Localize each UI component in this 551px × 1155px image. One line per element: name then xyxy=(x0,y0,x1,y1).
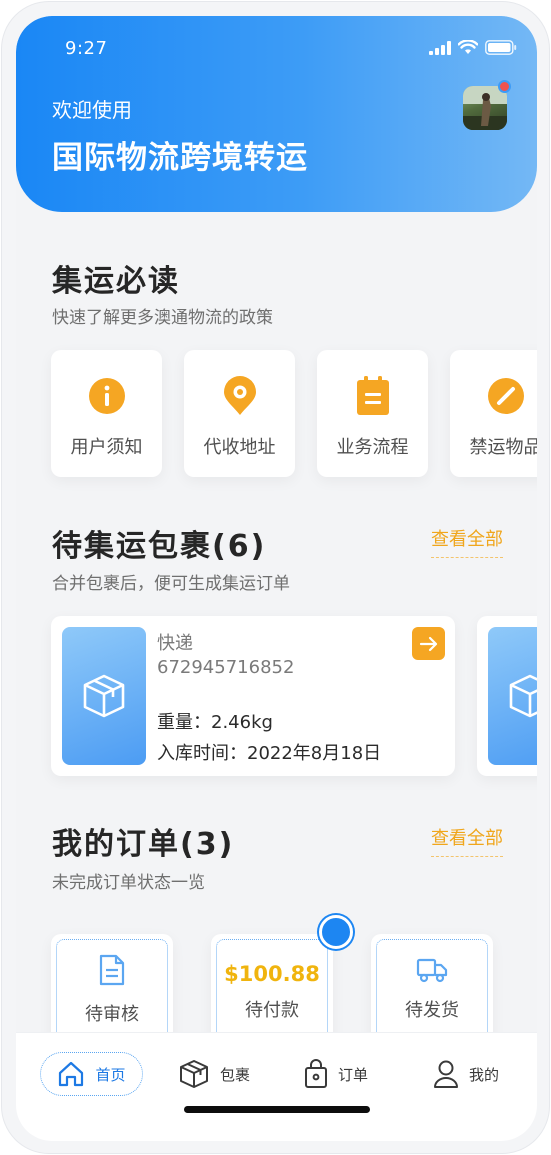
guide-cards: 用户须知 代收地址 业务流程 禁运物品 xyxy=(51,350,537,477)
order-count-badge xyxy=(319,915,353,949)
notification-dot xyxy=(498,80,511,93)
parcel-card[interactable]: 快递 672945716852 重量：2.46kg 入库时间：2022年8月18… xyxy=(51,616,455,776)
screen: 9:27 欢迎使用 国际物流跨境转运 集运必读 快速了解更多澳通物流的政策 用户… xyxy=(16,16,537,1141)
notepad-icon xyxy=(354,376,392,415)
wifi-icon xyxy=(458,40,478,54)
guide-card-label: 业务流程 xyxy=(336,437,409,458)
location-pin-icon xyxy=(221,376,259,415)
guide-title: 集运必读 xyxy=(52,264,180,299)
guide-card-label: 禁运物品 xyxy=(469,437,538,458)
document-icon xyxy=(99,954,125,986)
package-icon xyxy=(509,674,537,718)
guide-card-prohibited[interactable]: 禁运物品 xyxy=(450,350,537,477)
parcel-open-button[interactable] xyxy=(412,627,445,660)
forbidden-icon xyxy=(487,377,525,415)
user-icon xyxy=(434,1060,458,1088)
battery-icon xyxy=(485,40,517,55)
parcel-image xyxy=(62,627,146,765)
info-icon xyxy=(88,377,126,415)
guide-card-address[interactable]: 代收地址 xyxy=(184,350,295,477)
arrow-right-icon xyxy=(419,636,437,651)
home-icon xyxy=(59,1061,84,1087)
parcel-tracking-number: 672945716852 xyxy=(157,657,295,678)
guide-subtitle: 快速了解更多澳通物流的政策 xyxy=(52,308,273,328)
tab-label: 首页 xyxy=(95,1065,126,1084)
phone-frame: 9:27 欢迎使用 国际物流跨境转运 集运必读 快速了解更多澳通物流的政策 用户… xyxy=(1,1,550,1154)
orders-view-all-link[interactable]: 查看全部 xyxy=(431,824,503,857)
order-status-label: 待发货 xyxy=(405,1000,459,1021)
status-icons xyxy=(429,40,517,55)
tab-label: 包裹 xyxy=(220,1065,251,1084)
home-indicator xyxy=(184,1106,370,1113)
avatar-image xyxy=(463,86,507,130)
tab-label: 我的 xyxy=(469,1065,500,1084)
truck-icon xyxy=(416,958,448,983)
avatar[interactable] xyxy=(463,86,507,130)
signal-icon xyxy=(429,40,451,55)
parcel-date: 入库时间：2022年8月18日 xyxy=(157,743,382,764)
parcel-image xyxy=(488,627,537,765)
parcel-type: 快递 xyxy=(157,633,193,654)
tab-label: 订单 xyxy=(338,1065,369,1084)
bottom-tab-bar: 首页 包裹 订单 我的 xyxy=(16,1032,537,1141)
pending-title: 待集运包裹(6) xyxy=(52,529,267,564)
order-status-label: 待审核 xyxy=(85,1004,139,1025)
orders-subtitle: 未完成订单状态一览 xyxy=(52,873,205,893)
app-title: 国际物流跨境转运 xyxy=(52,140,308,176)
package-icon xyxy=(83,674,125,718)
header-banner: 9:27 欢迎使用 国际物流跨境转运 xyxy=(16,16,537,212)
status-time: 9:27 xyxy=(65,38,108,59)
package-icon xyxy=(180,1060,208,1088)
order-status-label: 待付款 xyxy=(245,1000,299,1021)
welcome-text: 欢迎使用 xyxy=(52,98,132,122)
orders-title: 我的订单(3) xyxy=(52,827,235,862)
parcel-weight: 重量：2.46kg xyxy=(157,712,273,733)
guide-card-process[interactable]: 业务流程 xyxy=(317,350,428,477)
guide-card-label: 用户须知 xyxy=(70,437,143,458)
bag-icon xyxy=(305,1059,327,1088)
tab-profile[interactable]: 我的 xyxy=(433,1052,499,1096)
order-amount: $100.88 xyxy=(224,962,320,986)
pending-subtitle: 合并包裹后，便可生成集运订单 xyxy=(52,574,290,594)
tab-home[interactable]: 首页 xyxy=(40,1052,143,1096)
tab-parcels[interactable]: 包裹 xyxy=(178,1052,250,1096)
pending-view-all-link[interactable]: 查看全部 xyxy=(431,525,503,558)
tab-orders[interactable]: 订单 xyxy=(304,1052,368,1096)
guide-card-label: 代收地址 xyxy=(203,437,276,458)
guide-card-user-notice[interactable]: 用户须知 xyxy=(51,350,162,477)
parcel-card-next[interactable] xyxy=(477,616,537,776)
